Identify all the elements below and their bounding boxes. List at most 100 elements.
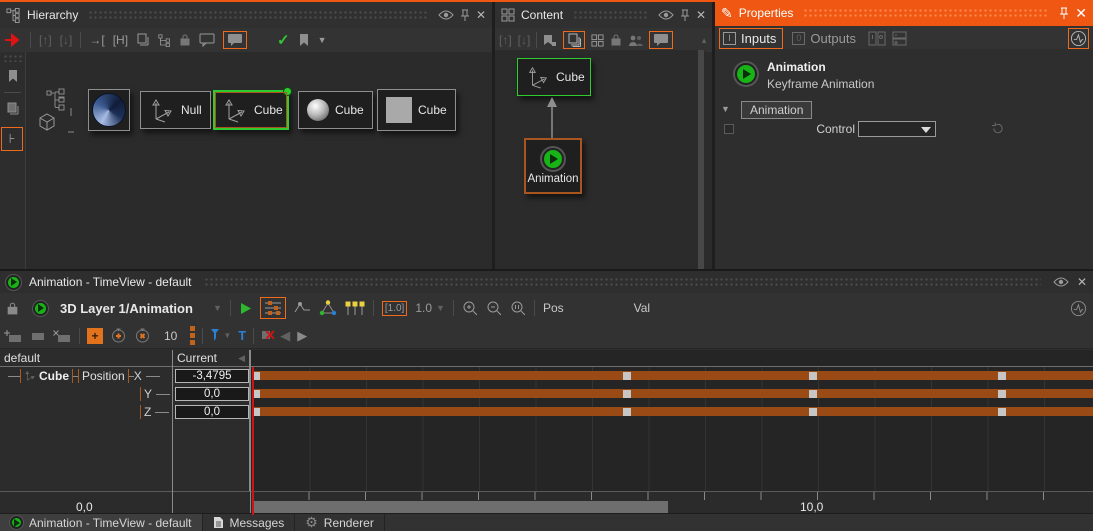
track-options-kebab-icon[interactable] bbox=[190, 326, 195, 345]
keyframe-marker[interactable] bbox=[809, 408, 817, 416]
current-value-y[interactable]: 0,0 bbox=[175, 387, 249, 401]
dopesheet-view-button[interactable] bbox=[260, 297, 286, 319]
filter-keys-button[interactable]: ▼ bbox=[210, 328, 231, 343]
layers-icon[interactable] bbox=[0, 97, 26, 121]
zoom-out-icon[interactable] bbox=[486, 300, 502, 316]
bookmark-icon[interactable] bbox=[298, 33, 310, 47]
export-icon[interactable]: [↓] bbox=[60, 33, 73, 47]
channel-label-x[interactable]: Cube Position X bbox=[0, 367, 172, 385]
lock-icon[interactable] bbox=[6, 301, 19, 316]
timeline-track-x[interactable] bbox=[251, 367, 1093, 385]
pin-icon[interactable] bbox=[1059, 7, 1069, 20]
keyframe-marker[interactable] bbox=[998, 408, 1006, 416]
control-dropdown[interactable] bbox=[858, 121, 936, 137]
add-track-icon[interactable] bbox=[4, 329, 23, 343]
zoom-preset-button[interactable]: [1.0] bbox=[382, 301, 407, 316]
next-key-icon[interactable]: ▶ bbox=[297, 328, 307, 344]
track-object-cell[interactable]: Cube bbox=[20, 369, 73, 383]
timeline-column[interactable] bbox=[251, 350, 1093, 491]
hierarchy-node-cube-selected[interactable]: Cube bbox=[213, 90, 289, 130]
subtree-icon[interactable] bbox=[158, 34, 171, 47]
track-tool-button[interactable]: ⊦ bbox=[1, 127, 23, 151]
zoom-level-select[interactable]: 1.0 ▼ bbox=[415, 301, 445, 315]
track-set-header[interactable]: default bbox=[0, 350, 172, 367]
content-scrollbar[interactable] bbox=[698, 50, 704, 269]
content-header[interactable]: Content ✕ bbox=[495, 2, 712, 28]
tab-outputs[interactable]: 0 Outputs bbox=[789, 29, 862, 48]
markers-icon[interactable] bbox=[345, 301, 365, 316]
io-split-icon[interactable] bbox=[868, 31, 886, 46]
thumbnail-grid-icon[interactable] bbox=[591, 34, 604, 47]
import-icon[interactable]: [↑] bbox=[39, 33, 52, 47]
lock-icon[interactable] bbox=[610, 33, 622, 47]
content-node-cube[interactable]: Cube bbox=[517, 58, 591, 96]
keyframe-marker[interactable] bbox=[998, 372, 1006, 380]
close-icon[interactable]: ✕ bbox=[1075, 5, 1087, 22]
default-frame-count[interactable]: 10 bbox=[164, 329, 177, 343]
properties-header[interactable]: ✎ Properties ✕ bbox=[715, 0, 1093, 26]
layer-dropdown-icon[interactable]: ▼ bbox=[213, 303, 222, 313]
collapse-toolbar-icon[interactable]: ▲ bbox=[700, 36, 708, 45]
add-keyframe-icon[interactable]: + bbox=[87, 328, 103, 344]
import-icon[interactable]: [↑] bbox=[499, 33, 512, 47]
validate-check-icon[interactable]: ✓ bbox=[277, 31, 290, 49]
keyframe-marker[interactable] bbox=[623, 390, 631, 398]
eye-icon[interactable] bbox=[658, 9, 674, 21]
pin-icon[interactable] bbox=[460, 9, 470, 22]
close-icon[interactable]: ✕ bbox=[696, 8, 706, 22]
keyframe-marker[interactable] bbox=[623, 372, 631, 380]
prev-key-icon[interactable]: ◀ bbox=[280, 328, 290, 344]
layer-selector[interactable]: 3D Layer 1/Animation bbox=[60, 301, 193, 316]
channel-label-z[interactable]: Z bbox=[0, 403, 172, 421]
bookmark-dropdown-icon[interactable]: ▼ bbox=[318, 35, 327, 45]
track-property-cell[interactable]: Position bbox=[78, 369, 129, 383]
comment-outline-icon[interactable] bbox=[199, 33, 215, 47]
hierarchy-node-c4d[interactable] bbox=[88, 89, 130, 131]
scene-root-icon[interactable] bbox=[35, 88, 79, 134]
color-palette-icon[interactable] bbox=[255, 33, 269, 47]
keyframe-marker[interactable] bbox=[623, 408, 631, 416]
auto-key-on-icon[interactable] bbox=[110, 327, 127, 344]
monitor-values-button[interactable] bbox=[1068, 28, 1089, 49]
eye-icon[interactable] bbox=[1053, 276, 1069, 288]
current-value-x[interactable]: -3,4795 bbox=[175, 369, 249, 383]
waveform-icon[interactable] bbox=[1070, 300, 1087, 317]
channel-label-y[interactable]: Y bbox=[0, 385, 172, 403]
close-icon[interactable]: ✕ bbox=[476, 8, 486, 22]
reset-icon[interactable] bbox=[991, 121, 1004, 134]
content-canvas[interactable]: Cube Animation bbox=[495, 50, 705, 269]
io-stack-icon[interactable] bbox=[892, 31, 908, 46]
pages-button[interactable] bbox=[563, 31, 585, 49]
export-icon[interactable]: [↓] bbox=[518, 33, 531, 47]
jump-to-node-icon[interactable] bbox=[4, 33, 22, 47]
timeview-titlebar[interactable]: Animation - TimeView - default ✕ bbox=[0, 271, 1093, 293]
zoom-fit-icon[interactable] bbox=[510, 300, 526, 316]
playhead[interactable] bbox=[252, 367, 254, 515]
track-icon[interactable] bbox=[30, 329, 46, 343]
duplicate-icon[interactable] bbox=[136, 33, 150, 47]
favorites-bookmark-icon[interactable] bbox=[0, 64, 26, 88]
timeline-track-z[interactable] bbox=[251, 403, 1093, 421]
wrap-node-icon[interactable]: [H] bbox=[113, 33, 128, 47]
close-icon[interactable]: ✕ bbox=[1077, 275, 1087, 289]
rig-view-icon[interactable] bbox=[319, 300, 337, 316]
zoom-in-icon[interactable] bbox=[462, 300, 478, 316]
comment-filled-button[interactable] bbox=[649, 31, 673, 49]
hierarchy-node-cube-sphere[interactable]: Cube bbox=[298, 91, 373, 129]
section-label[interactable]: Animation bbox=[741, 101, 812, 119]
lock-icon[interactable] bbox=[179, 33, 191, 47]
hierarchy-header[interactable]: Hierarchy ✕ bbox=[0, 2, 492, 28]
keyframe-marker[interactable] bbox=[809, 372, 817, 380]
comment-filled-button[interactable] bbox=[223, 31, 247, 49]
collapse-column-icon[interactable]: ◀ bbox=[238, 353, 245, 364]
timeline-track-y[interactable] bbox=[251, 385, 1093, 403]
pin-icon[interactable] bbox=[680, 9, 690, 22]
keyframe-marker[interactable] bbox=[998, 390, 1006, 398]
remove-track-icon[interactable] bbox=[53, 329, 72, 343]
tab-inputs[interactable]: I Inputs bbox=[719, 28, 783, 49]
curve-view-icon[interactable] bbox=[294, 301, 311, 315]
section-collapse-icon[interactable]: ▼ bbox=[721, 104, 730, 114]
current-header[interactable]: Current ◀ bbox=[173, 350, 249, 367]
timeline-ruler[interactable]: 0,0 10,0 bbox=[0, 491, 1093, 515]
time-marker-icon[interactable]: T bbox=[238, 328, 246, 343]
